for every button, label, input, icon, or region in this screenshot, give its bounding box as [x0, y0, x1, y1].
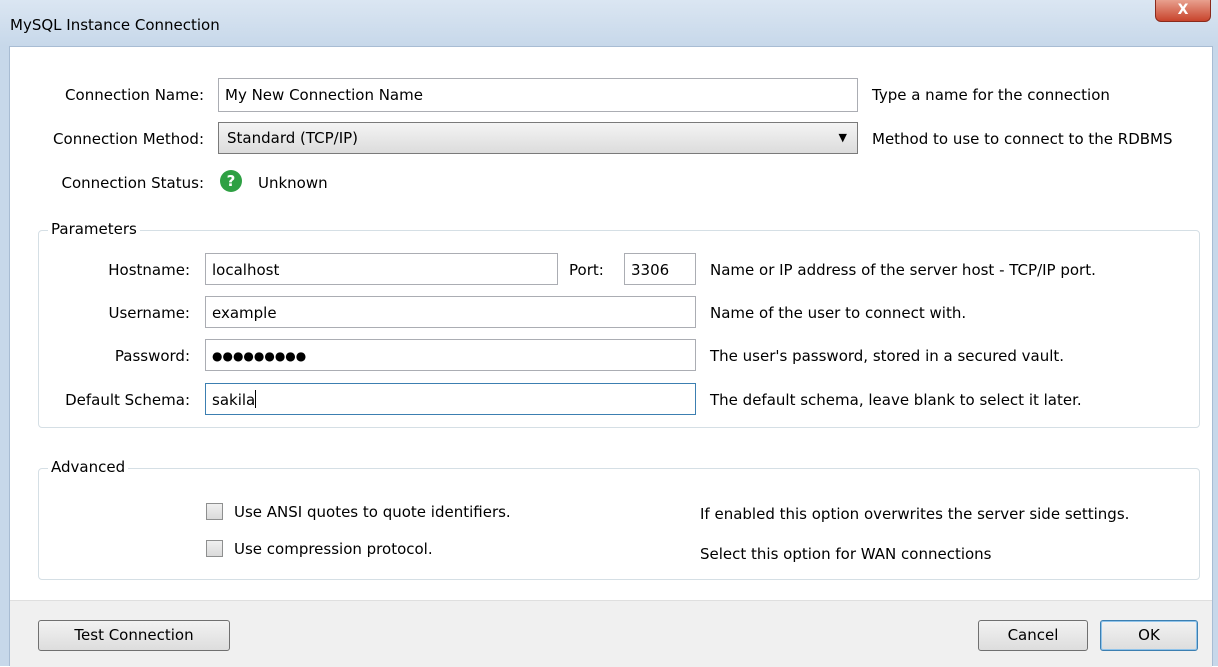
username-input[interactable]: example [205, 296, 696, 328]
password-label: Password: [114, 347, 190, 365]
username-value: example [212, 304, 277, 322]
hostname-help: Name or IP address of the server host - … [710, 261, 1096, 279]
advanced-title: Advanced [48, 458, 129, 476]
connection-name-label: Connection Name: [65, 86, 204, 104]
close-icon: X [1177, 2, 1189, 18]
port-label: Port: [569, 261, 604, 279]
text-caret [255, 390, 257, 408]
parameters-title: Parameters [48, 220, 140, 238]
connection-name-input[interactable]: My New Connection Name [218, 78, 858, 112]
window-title: MySQL Instance Connection [10, 16, 220, 34]
connection-name-value: My New Connection Name [225, 86, 423, 104]
cancel-label: Cancel [1007, 626, 1059, 644]
connection-status-label: Connection Status: [61, 174, 205, 192]
ok-button[interactable]: OK [1100, 620, 1198, 651]
username-label: Username: [108, 304, 190, 322]
password-help: The user's password, stored in a secured… [710, 347, 1065, 365]
hostname-label: Hostname: [108, 261, 190, 279]
window-frame-right [1212, 46, 1218, 666]
hostname-input[interactable]: localhost [205, 253, 558, 285]
chevron-down-icon: ▼ [838, 131, 847, 144]
ansi-quotes-label[interactable]: Use ANSI quotes to quote identifiers. [234, 503, 511, 521]
title-bar: MySQL Instance Connection X [0, 0, 1218, 47]
password-input[interactable]: ●●●●●●●●● [205, 339, 696, 371]
test-connection-label: Test Connection [74, 626, 194, 644]
cancel-button[interactable]: Cancel [978, 620, 1088, 651]
default-schema-value: sakila [212, 391, 256, 409]
connection-method-select[interactable]: Standard (TCP/IP) ▼ [218, 122, 858, 154]
close-button[interactable]: X [1155, 0, 1211, 22]
default-schema-label: Default Schema: [65, 391, 190, 409]
advanced-group [38, 468, 1200, 580]
port-value: 3306 [631, 261, 670, 279]
status-question-icon: ? [220, 170, 242, 192]
compression-help: Select this option for WAN connections [700, 545, 992, 563]
default-schema-help: The default schema, leave blank to selec… [710, 391, 1082, 409]
username-help: Name of the user to connect with. [710, 304, 967, 322]
connection-method-help: Method to use to connect to the RDBMS [872, 130, 1173, 148]
compression-label[interactable]: Use compression protocol. [234, 540, 433, 558]
connection-status-value: Unknown [258, 174, 328, 192]
status-icon-glyph: ? [226, 172, 236, 190]
connection-method-label: Connection Method: [53, 130, 204, 148]
ansi-quotes-checkbox[interactable] [206, 503, 223, 520]
connection-method-value: Standard (TCP/IP) [227, 129, 359, 147]
password-value: ●●●●●●●●● [212, 349, 307, 363]
connection-name-help: Type a name for the connection [872, 86, 1110, 104]
window-frame-left [0, 46, 10, 666]
test-connection-button[interactable]: Test Connection [38, 620, 230, 651]
port-input[interactable]: 3306 [624, 253, 696, 285]
hostname-value: localhost [212, 261, 280, 279]
ok-label: OK [1138, 626, 1160, 644]
compression-checkbox[interactable] [206, 540, 223, 557]
default-schema-input[interactable]: sakila [205, 383, 696, 415]
ansi-quotes-help: If enabled this option overwrites the se… [700, 505, 1130, 523]
